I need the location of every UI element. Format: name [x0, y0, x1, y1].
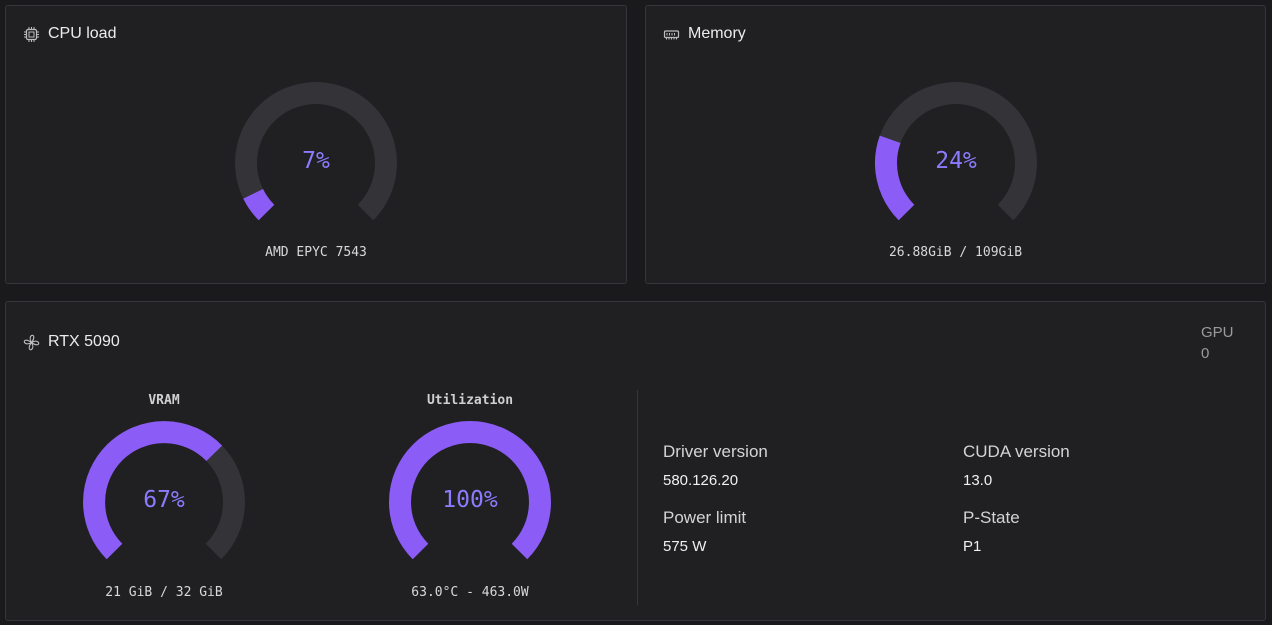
vram-gauge: 67% [81, 419, 247, 585]
gpu-section-divider [637, 390, 638, 605]
memory-gauge: 24% [873, 80, 1039, 246]
gpu-fan-icon [22, 333, 40, 351]
utilization-caption: 63.0°C - 463.0W [411, 585, 529, 600]
cpu-card-title: CPU load [48, 25, 117, 42]
vram-usage: 21 GiB / 32 GiB [105, 585, 223, 600]
cpu-load-card: CPU load 7% AMD EPYC 7543 [5, 5, 627, 284]
gpu-index-label: GPU [1201, 324, 1234, 341]
cpu-card-header: CPU load [22, 25, 116, 43]
vram-label: VRAM [148, 393, 180, 408]
utilization-percent-value: 100% [442, 487, 498, 513]
cpu-percent-value: 7% [302, 148, 330, 174]
power-limit-label: Power limit [663, 508, 747, 527]
memory-module-icon [662, 25, 680, 43]
pstate-label: P-State [963, 508, 1020, 527]
memory-card-title: Memory [688, 25, 746, 42]
power-limit-block: Power limit 575 W [663, 508, 746, 555]
cuda-version-value: 13.0 [963, 472, 993, 489]
driver-version-value: 580.126.20 [663, 472, 739, 489]
cpu-model: AMD EPYC 7543 [265, 245, 367, 260]
vram-percent-value: 67% [143, 487, 185, 513]
power-limit-value: 575 W [663, 538, 707, 555]
utilization-label: Utilization [426, 393, 514, 408]
gpu-index: GPU 0 [1201, 322, 1237, 364]
gpu-card-header: RTX 5090 [22, 333, 120, 351]
memory-card-header: Memory [662, 25, 746, 43]
cuda-version-label: CUDA version [963, 442, 1070, 461]
gpu-card-title: RTX 5090 [48, 333, 120, 350]
pstate-value: P1 [963, 538, 982, 555]
pstate-block: P-State P1 [963, 508, 1020, 555]
memory-percent-value: 24% [935, 148, 977, 174]
gpu-card: RTX 5090 GPU 0 VRAM 67% 21 GiB / 32 GiB … [5, 301, 1266, 621]
driver-version-block: Driver version 580.126.20 [663, 442, 768, 489]
gauge-fill [243, 188, 275, 221]
driver-version-label: Driver version [663, 442, 768, 461]
gpu-index-value: 0 [1201, 345, 1210, 362]
cpu-chip-icon [22, 25, 40, 43]
memory-card: Memory 24% 26.88GiB / 109GiB [645, 5, 1266, 284]
cpu-gauge: 7% [233, 80, 399, 246]
memory-usage: 26.88GiB / 109GiB [888, 245, 1023, 260]
utilization-gauge: 100% [387, 419, 553, 585]
cuda-version-block: CUDA version 13.0 [963, 442, 1070, 489]
